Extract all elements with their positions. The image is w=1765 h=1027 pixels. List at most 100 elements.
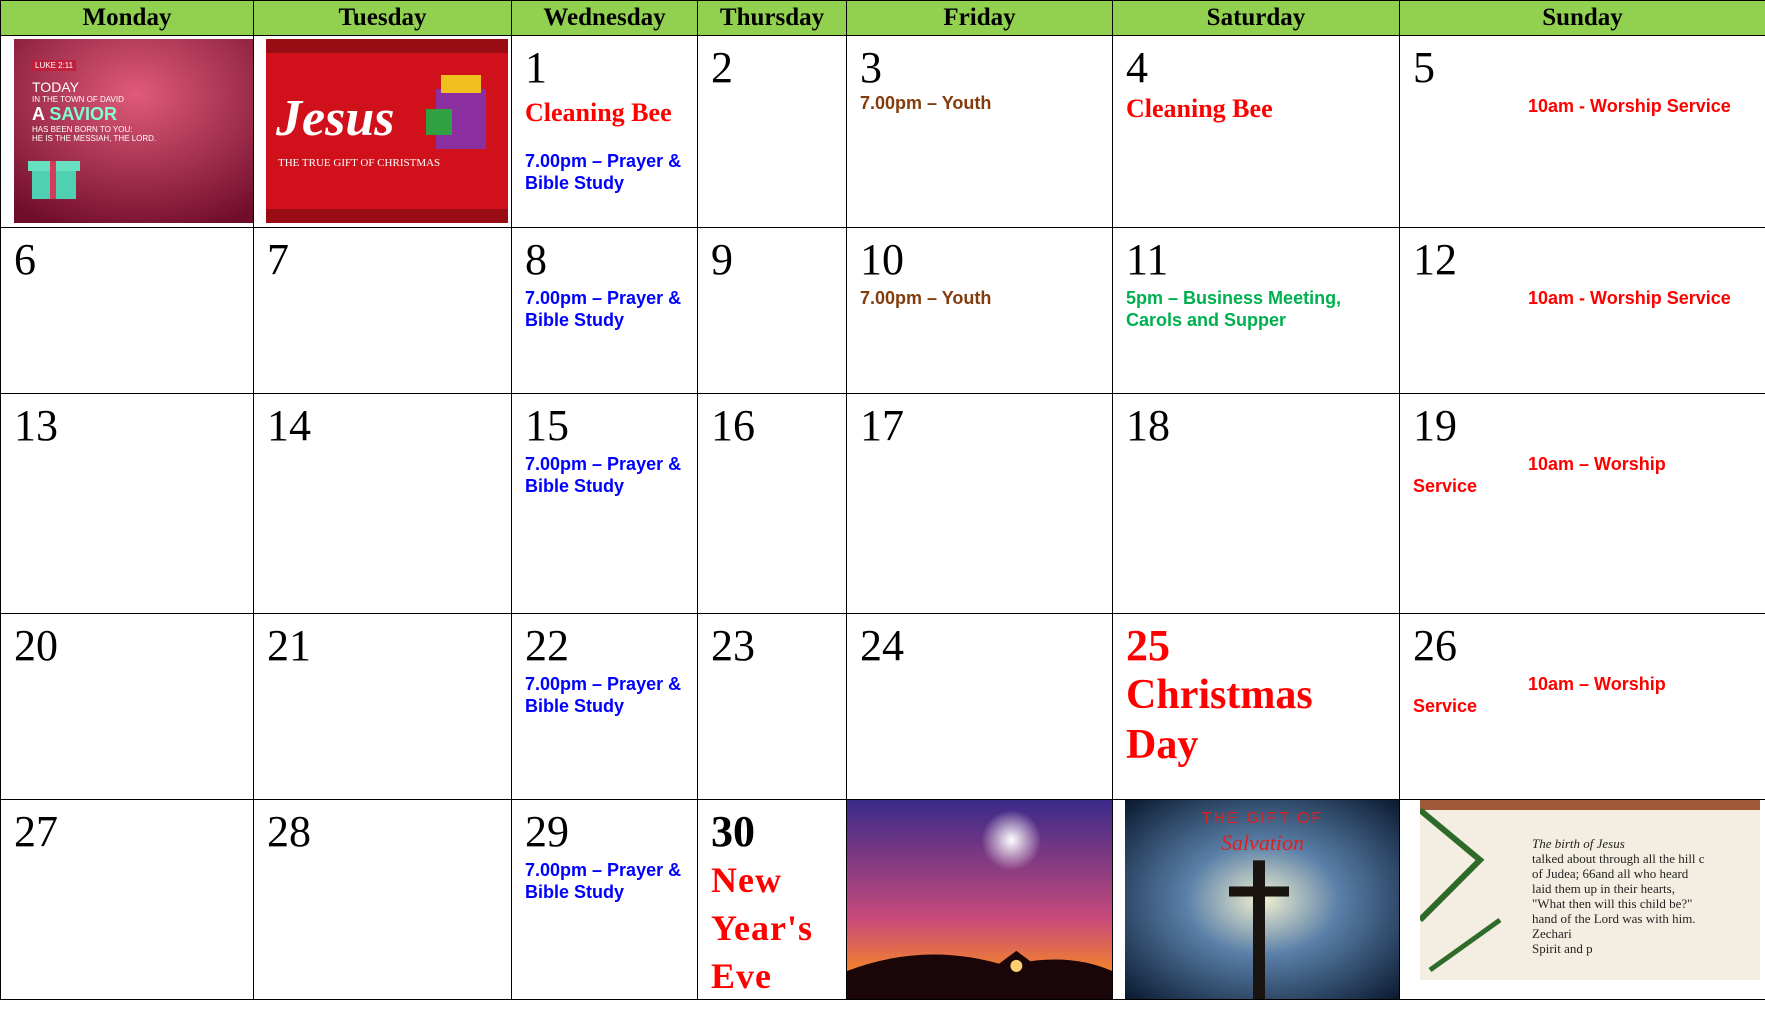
event-worship: 10am – Worship: [1528, 453, 1666, 474]
day-cell-23: 23: [697, 612, 847, 800]
salvation-cross-image: THE GIFT OF Salvation: [1125, 800, 1399, 999]
day-number: 19: [1413, 400, 1457, 450]
event-prayer-line-1: 7.00pm – Prayer &: [525, 287, 682, 308]
day-number: 20: [14, 620, 58, 670]
day-cell-16: 16: [697, 392, 847, 614]
day-number: 26: [1413, 620, 1457, 670]
day-number: 24: [860, 620, 904, 670]
salvation-line-2: Salvation: [1220, 829, 1305, 855]
day-number: 28: [267, 806, 311, 856]
bible-line-2: of Judea; 66and all who heard: [1532, 865, 1689, 881]
weekday-header-row: Monday Tuesday Wednesday Thursday Friday…: [0, 0, 1765, 36]
luke-line-2: IN THE TOWN OF DAVID: [32, 95, 124, 104]
day-number: 29: [525, 806, 569, 856]
day-cell-19: 19 10am – Worship Service: [1399, 392, 1765, 614]
day-number: 7: [267, 234, 289, 284]
day-cell-4: 4 Cleaning Bee: [1112, 35, 1400, 228]
header-sunday: Sunday: [1399, 0, 1765, 36]
day-cell-empty-fri: [846, 798, 1113, 1001]
bible-line-3: laid them up in their hearts,: [1532, 880, 1675, 896]
day-number: 1: [525, 43, 547, 92]
day-cell-30: 30 New Year's Eve: [697, 798, 847, 1001]
event-prayer-line-2: Bible Study: [525, 475, 625, 496]
event-nye-line-1: New: [711, 859, 782, 900]
day-number: 8: [525, 234, 547, 284]
week-row-3: 13 14 15 7.00pm – Prayer & Bible Study 1…: [0, 392, 1765, 614]
jesus-tagline: THE TRUE GIFT OF CHRISTMAS: [278, 157, 441, 169]
bible-line-1: talked about through all the hill c: [1532, 850, 1705, 866]
jesus-gift-image: Jesus THE TRUE GIFT OF CHRISTMAS: [266, 39, 508, 223]
event-prayer-line-2: Bible Study: [525, 695, 625, 716]
day-number: 23: [711, 620, 755, 670]
event-nye-line-2: Year's: [711, 907, 813, 948]
day-cell-27: 27: [0, 798, 254, 1001]
day-cell-2: 2: [697, 35, 847, 228]
day-cell-15: 15 7.00pm – Prayer & Bible Study: [511, 392, 698, 614]
day-cell-25: 25 Christmas Day: [1112, 612, 1400, 800]
luke-line-1: TODAY: [32, 79, 79, 95]
day-cell-7: 7: [253, 226, 512, 394]
day-number: 18: [1126, 400, 1170, 450]
day-cell-13: 13: [0, 392, 254, 614]
day-cell-10: 10 7.00pm – Youth: [846, 226, 1113, 394]
event-business-line-2: Carols and Supper: [1126, 309, 1287, 330]
event-worship: 10am - Worship Service: [1528, 96, 1731, 116]
salvation-line-1: THE GIFT OF: [1201, 809, 1324, 827]
day-cell-11: 11 5pm – Business Meeting, Carols and Su…: [1112, 226, 1400, 394]
bible-line-4: "What then will this child be?": [1532, 895, 1693, 911]
luke-line-4: SAVIOR: [49, 104, 118, 124]
event-prayer-line-2: Bible Study: [525, 173, 625, 193]
event-christmas-line-2: Day: [1126, 721, 1199, 768]
event-business-line-1: 5pm – Business Meeting,: [1126, 287, 1342, 308]
luke-verse-ref: LUKE 2:11: [32, 60, 77, 71]
day-cell-6: 6: [0, 226, 254, 394]
bible-line-6: Zechari: [1532, 925, 1572, 941]
day-number: 2: [711, 43, 733, 92]
header-friday: Friday: [846, 0, 1113, 36]
day-number: 21: [267, 620, 311, 670]
day-cell-empty-mon: LUKE 2:11 TODAY IN THE TOWN OF DAVID A S…: [0, 35, 254, 228]
nativity-image: [847, 800, 1112, 999]
header-tuesday: Tuesday: [253, 0, 512, 36]
day-cell-20: 20: [0, 612, 254, 800]
event-cleaning-bee: Cleaning Bee: [525, 98, 672, 127]
day-cell-9: 9: [697, 226, 847, 394]
day-number: 30: [711, 806, 755, 856]
luke-line-5: HAS BEEN BORN TO YOU:: [32, 125, 133, 134]
bible-verse-image: The birth of Jesus talked about through …: [1420, 800, 1760, 980]
day-cell-empty-sat: THE GIFT OF Salvation: [1112, 798, 1400, 1001]
day-cell-21: 21: [253, 612, 512, 800]
day-number: 10: [860, 234, 904, 284]
day-number: 5: [1413, 43, 1435, 92]
event-prayer-line-1: 7.00pm – Prayer &: [525, 673, 682, 694]
event-prayer-line-1: 7.00pm – Prayer &: [525, 151, 682, 171]
header-saturday: Saturday: [1112, 0, 1400, 36]
day-number: 27: [14, 806, 58, 856]
header-wednesday: Wednesday: [511, 0, 698, 36]
day-number: 25: [1126, 620, 1170, 670]
day-cell-17: 17: [846, 392, 1113, 614]
header-thursday: Thursday: [697, 0, 847, 36]
day-number: 22: [525, 620, 569, 670]
day-cell-empty-tue: Jesus THE TRUE GIFT OF CHRISTMAS: [253, 35, 512, 228]
day-cell-22: 22 7.00pm – Prayer & Bible Study: [511, 612, 698, 800]
calendar-grid: Monday Tuesday Wednesday Thursday Friday…: [0, 0, 1765, 1001]
day-cell-14: 14: [253, 392, 512, 614]
event-worship: 10am - Worship Service: [1528, 287, 1731, 308]
event-service: Service: [1413, 695, 1478, 716]
day-number: 15: [525, 400, 569, 450]
event-prayer-line-1: 7.00pm – Prayer &: [525, 453, 682, 474]
day-number: 11: [1126, 234, 1169, 284]
day-cell-empty-sun: The birth of Jesus talked about through …: [1399, 798, 1765, 1001]
bible-heading: The birth of Jesus: [1532, 835, 1625, 851]
day-cell-1: 1 Cleaning Bee 7.00pm – Prayer & Bible S…: [511, 35, 698, 228]
day-cell-24: 24: [846, 612, 1113, 800]
day-number: 13: [14, 400, 58, 450]
bible-line-5: hand of the Lord was with him.: [1532, 910, 1696, 926]
event-prayer-line-1: 7.00pm – Prayer &: [525, 859, 682, 880]
event-worship: 10am – Worship: [1528, 673, 1666, 694]
week-row-1: LUKE 2:11 TODAY IN THE TOWN OF DAVID A S…: [0, 35, 1765, 228]
day-cell-28: 28: [253, 798, 512, 1001]
event-christmas-line-1: Christmas: [1126, 671, 1313, 718]
event-prayer-line-2: Bible Study: [525, 309, 625, 330]
